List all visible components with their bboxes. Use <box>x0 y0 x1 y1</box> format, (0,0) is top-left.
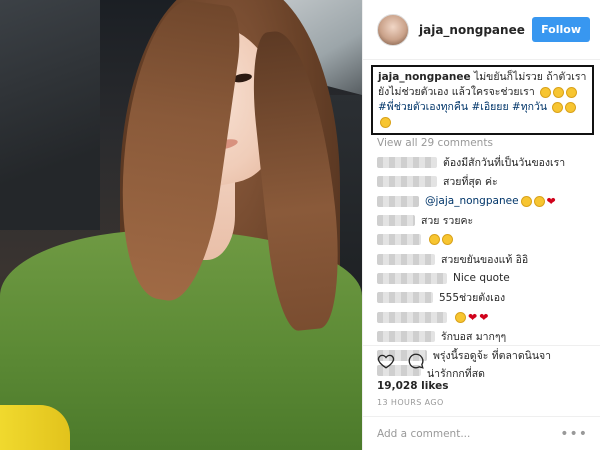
blurred-username[interactable] <box>377 157 437 169</box>
comment-row: 555ช่วยตังเอง <box>377 288 600 307</box>
blurred-username[interactable] <box>377 215 415 227</box>
emoji-icon <box>540 86 552 98</box>
caption-hashtags[interactable]: #พี่ช่วยตัวเองทุกคืน #เอิยยย #ทุกวัน <box>378 101 547 113</box>
emoji-icon <box>442 234 453 246</box>
comment-list: ต้องมีสักวันที่เป็นวันของเรา สวยที่สุด ค… <box>377 153 600 377</box>
heart-icon: ❤ <box>479 310 489 324</box>
caption-username[interactable]: jaja_nongpanee <box>378 71 471 83</box>
comment-row: Nice quote <box>377 269 600 288</box>
emoji-icon <box>566 86 578 98</box>
add-comment-input[interactable] <box>377 427 561 440</box>
blurred-username[interactable] <box>377 195 419 207</box>
blurred-username[interactable] <box>377 176 437 188</box>
emoji-icon <box>520 195 532 207</box>
likes-count[interactable]: 19,028 likes <box>377 380 586 392</box>
comment-text: สวยขยันของแท้ อิอิ <box>441 253 529 266</box>
comment-row: ต้องมีสักวันที่เป็นวันของเรา <box>377 153 600 172</box>
post-timestamp[interactable]: 13 HOURS AGO <box>377 398 586 407</box>
comment-row: รักบอส มากๆๆ <box>377 327 600 346</box>
photo-car-seat <box>0 0 100 230</box>
comment-text: สวย รวยคะ <box>421 215 474 228</box>
comment-mention[interactable]: @jaja_nongpanee <box>425 195 519 207</box>
comment-row: สวยขยันของแท้ อิอิ <box>377 249 600 268</box>
photo-yellow-object <box>0 405 70 450</box>
emoji-icon <box>455 311 466 323</box>
comment-bubble-icon[interactable] <box>407 352 425 374</box>
emoji-icon <box>553 86 565 98</box>
action-icons <box>377 352 586 374</box>
post-header: jaja_nongpanee Follow <box>363 0 600 60</box>
emoji-icon <box>565 101 577 113</box>
post-side-panel: jaja_nongpanee Follow jaja_nongpanee ไม่… <box>362 0 600 450</box>
emoji-icon <box>552 101 564 113</box>
comment-text: Nice quote <box>453 272 510 285</box>
comment-text: รักบอส มากๆๆ <box>441 330 507 343</box>
post-photo[interactable] <box>0 0 362 450</box>
emoji-icon <box>380 116 391 128</box>
add-comment-bar: ••• <box>363 416 600 450</box>
blurred-username[interactable] <box>377 253 435 265</box>
heart-outline-icon[interactable] <box>377 352 395 374</box>
emoji-icon <box>533 195 545 207</box>
lips-icon: ❤ <box>546 194 556 208</box>
emoji-icon <box>429 234 440 246</box>
comment-row: สวย รวยคะ <box>377 211 600 230</box>
comment-row: @jaja_nongpanee ❤ <box>377 192 600 211</box>
heart-icon: ❤ <box>468 310 478 324</box>
username-link[interactable]: jaja_nongpanee <box>419 23 532 37</box>
caption: jaja_nongpanee ไม่ขยันก็ไม่รวย ถ้าตัวเรา… <box>371 65 594 135</box>
follow-button[interactable]: Follow <box>532 17 590 42</box>
blurred-username[interactable] <box>377 272 447 284</box>
more-options-icon[interactable]: ••• <box>560 426 588 442</box>
comment-text: 555ช่วยตังเอง <box>439 292 506 305</box>
blurred-username[interactable] <box>377 311 447 323</box>
comment-text: ต้องมีสักวันที่เป็นวันของเรา <box>443 157 566 170</box>
blurred-username[interactable] <box>377 234 421 246</box>
comment-row: ❤ ❤ <box>377 307 600 326</box>
comment-row <box>377 230 600 249</box>
view-all-comments-link[interactable]: View all 29 comments <box>377 137 600 149</box>
comment-text: สวยที่สุด ค่ะ <box>443 176 498 189</box>
post-actions: 19,028 likes 13 HOURS AGO <box>363 345 600 407</box>
avatar[interactable] <box>377 13 409 46</box>
instagram-post: jaja_nongpanee Follow jaja_nongpanee ไม่… <box>0 0 600 450</box>
comment-row: สวยที่สุด ค่ะ <box>377 172 600 191</box>
blurred-username[interactable] <box>377 330 435 342</box>
blurred-username[interactable] <box>377 292 433 304</box>
